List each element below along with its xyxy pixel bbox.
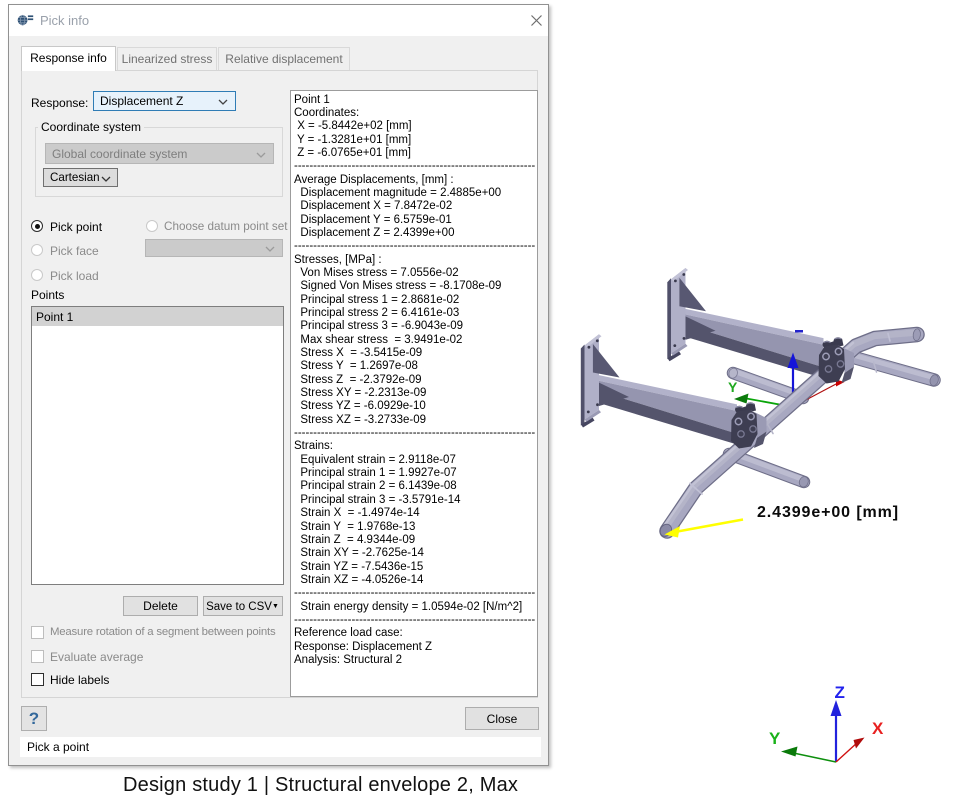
svg-text:Y: Y: [728, 379, 738, 395]
svg-text:Z: Z: [835, 683, 845, 702]
svg-text:2.4399e+00 [mm]: 2.4399e+00 [mm]: [757, 504, 899, 521]
svg-text:Y: Y: [769, 729, 781, 748]
svg-text:X: X: [872, 719, 884, 738]
